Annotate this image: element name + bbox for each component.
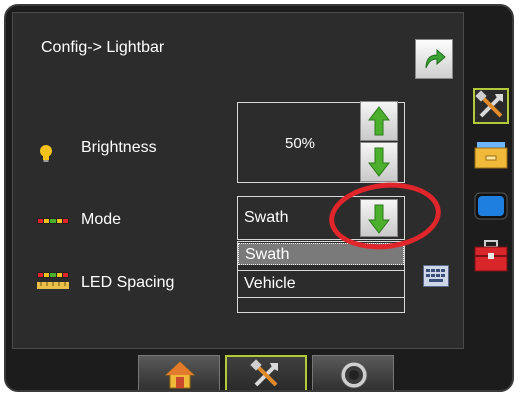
mode-dropdown-list: Swath Vehicle — [237, 241, 405, 313]
return-arrow-icon — [425, 48, 446, 69]
bottom-nav — [138, 355, 398, 390]
toolbox-icon — [474, 240, 508, 272]
back-button[interactable] — [415, 39, 453, 79]
config-panel: Config-> Lightbar Brightness 50% Mode Sw… — [12, 12, 464, 349]
mode-label: Mode — [81, 211, 122, 228]
tab-home[interactable] — [138, 355, 220, 390]
tab-gauge[interactable] — [312, 355, 394, 390]
arrow-down-icon — [368, 147, 390, 177]
lightbar-icon — [37, 218, 69, 224]
arrow-up-icon — [368, 106, 390, 136]
tools-icon — [475, 90, 503, 118]
mode-value: Swath — [244, 209, 289, 226]
device-frame: Config-> Lightbar Brightness 50% Mode Sw… — [4, 4, 514, 392]
side-toolbox-button[interactable] — [473, 238, 509, 274]
brightness-value: 50% — [284, 135, 316, 152]
side-tools-button[interactable] — [473, 88, 509, 124]
tools-icon — [250, 359, 278, 387]
monitor-icon — [474, 192, 508, 220]
led-spacing-icon — [37, 272, 69, 289]
side-monitor-button[interactable] — [473, 188, 509, 224]
side-folder-button[interactable] — [473, 136, 509, 172]
lightbulb-icon — [40, 145, 52, 162]
page-title: Config-> Lightbar — [41, 39, 165, 56]
brightness-label: Brightness — [81, 139, 157, 156]
folder-icon — [474, 142, 508, 169]
mode-option-vehicle[interactable]: Vehicle — [238, 270, 404, 298]
gauge-icon — [340, 361, 368, 389]
home-icon — [165, 361, 195, 389]
led-spacing-label: LED Spacing — [81, 274, 175, 291]
tab-tools[interactable] — [225, 355, 307, 390]
keyboard-icon[interactable] — [423, 265, 449, 287]
brightness-up-button[interactable] — [360, 101, 398, 141]
brightness-down-button[interactable] — [360, 142, 398, 182]
